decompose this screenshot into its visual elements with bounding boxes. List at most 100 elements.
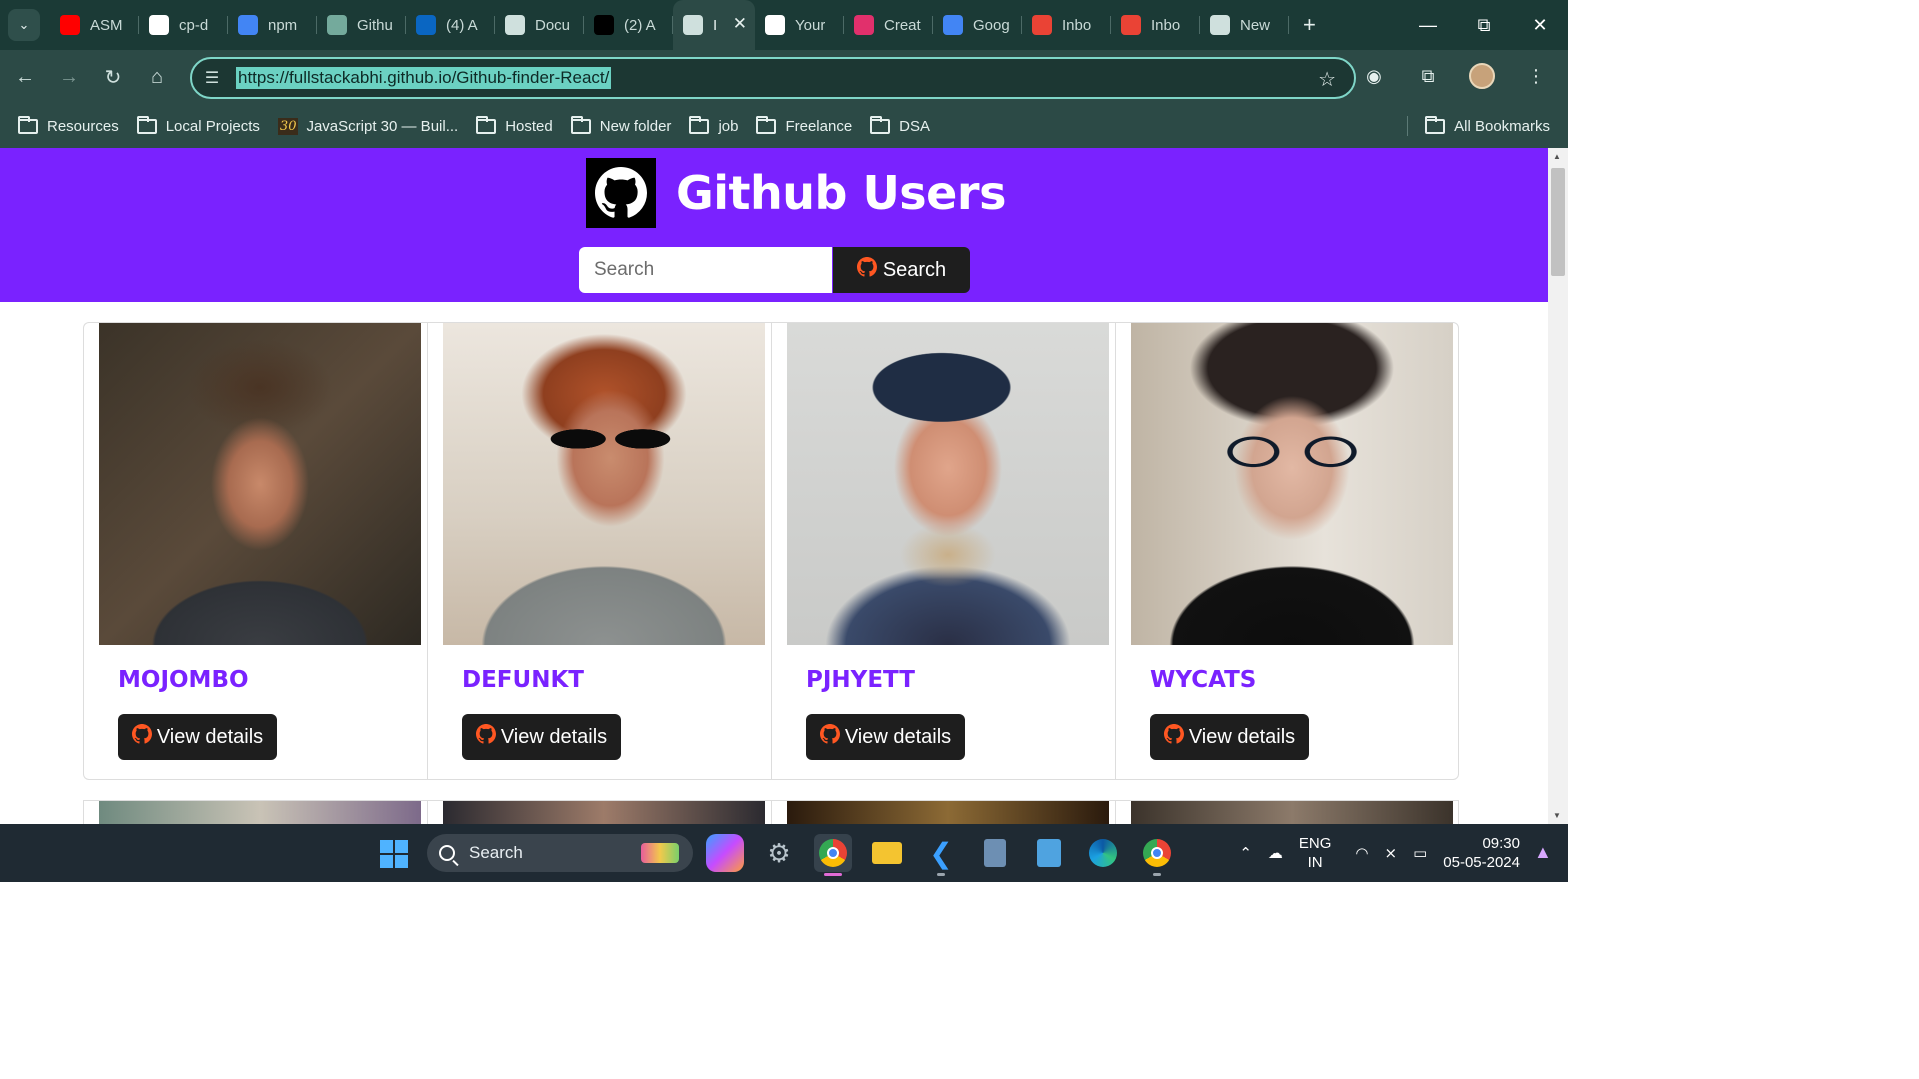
onedrive-cloud-icon[interactable]: ☁	[1268, 844, 1283, 862]
browser-tab[interactable]: New	[1200, 0, 1289, 50]
vscode-icon[interactable]: ❮	[922, 834, 960, 876]
scroll-up-arrow-icon[interactable]: ▲	[1553, 152, 1561, 161]
file-explorer-icon[interactable]	[868, 834, 906, 872]
browser-tab[interactable]: ASM	[50, 0, 139, 50]
user-card-partial	[427, 800, 771, 824]
bookmark-item[interactable]: New folder	[570, 111, 671, 141]
settings-gear-icon[interactable]: ⚙	[760, 834, 798, 872]
notepad-icon[interactable]	[1030, 834, 1068, 872]
profile-avatar-icon[interactable]	[1464, 58, 1500, 94]
page-scrollbar[interactable]: ▲ ▼	[1548, 148, 1568, 824]
view-details-button[interactable]: View details	[1150, 714, 1309, 760]
brand: Github Users	[586, 158, 1006, 228]
incognito-profile-icon[interactable]: ◉	[1356, 58, 1392, 94]
extensions-puzzle-icon[interactable]: ⧉	[1410, 58, 1446, 94]
url-text[interactable]: https://fullstackabhi.github.io/Github-f…	[236, 67, 612, 89]
view-details-label: View details	[500, 725, 608, 748]
github-icon	[475, 724, 496, 750]
browser-tab[interactable]: Docu	[495, 0, 584, 50]
bookmark-label: job	[718, 117, 739, 135]
notification-bell-icon[interactable]: ▲	[1534, 842, 1556, 864]
gmail-icon	[1121, 15, 1141, 35]
show-hidden-icons-chevron-icon[interactable]: ⌃	[1239, 844, 1252, 862]
github-icon	[765, 15, 785, 35]
taskbar-clock[interactable]: 09:30 05-05-2024	[1443, 834, 1520, 872]
battery-icon[interactable]: ▭	[1413, 844, 1427, 862]
folder-icon	[476, 115, 497, 134]
clock-time: 09:30	[1482, 835, 1520, 852]
taskbar-search-box[interactable]: Search	[427, 834, 693, 872]
tab-title: npm	[268, 16, 298, 34]
volume-muted-icon[interactable]: ⨯	[1385, 844, 1398, 862]
chrome-profile-icon[interactable]	[1138, 834, 1176, 876]
tab-title: Creat	[884, 16, 921, 34]
bookmark-item[interactable]: DSA	[870, 111, 930, 141]
more-menu-icon[interactable]: ⋮	[1518, 58, 1554, 94]
tab-title: Goog	[973, 16, 1010, 34]
chrome-icon	[1210, 15, 1230, 35]
user-avatar	[787, 323, 1109, 645]
search-button[interactable]: Search	[833, 247, 970, 293]
toolbar-right-actions: ◉ ⧉ ⋮	[1356, 58, 1554, 94]
browser-tab[interactable]: Inbo	[1111, 0, 1200, 50]
site-settings-icon[interactable]: ☰	[192, 68, 232, 88]
new-tab-plus-icon[interactable]: +	[1303, 12, 1316, 38]
browser-tab[interactable]: npm	[228, 0, 317, 50]
back-arrow-icon[interactable]: ←	[6, 58, 44, 96]
reload-icon[interactable]: ↻	[94, 58, 132, 96]
browser-tab[interactable]: Goog	[933, 0, 1022, 50]
all-bookmarks-button[interactable]: All Bookmarks	[1425, 111, 1550, 141]
restore-icon[interactable]: ⧉	[1456, 0, 1512, 50]
chrome-taskbar-icon[interactable]	[814, 834, 852, 876]
view-details-button[interactable]: View details	[806, 714, 965, 760]
language-indicator[interactable]: ENG IN	[1299, 834, 1332, 872]
language-line2: IN	[1307, 854, 1323, 871]
close-window-icon[interactable]: ✕	[1512, 0, 1568, 50]
search-button-label: Search	[882, 258, 947, 281]
calculator-icon[interactable]	[976, 834, 1014, 872]
browser-tab[interactable]: Creat	[844, 0, 933, 50]
bookmark-item[interactable]: 30 JavaScript 30 — Buil...	[277, 111, 458, 141]
tab-close-icon[interactable]: ✕	[733, 14, 747, 34]
globe-icon	[505, 15, 525, 35]
scroll-down-arrow-icon[interactable]: ▼	[1553, 811, 1561, 820]
gmail-icon	[1032, 15, 1052, 35]
bookmark-item[interactable]: job	[689, 111, 738, 141]
view-details-button[interactable]: View details	[118, 714, 277, 760]
minimize-icon[interactable]: —	[1400, 0, 1456, 50]
forward-arrow-icon[interactable]: →	[50, 58, 88, 96]
bookmark-item[interactable]: Hosted	[476, 111, 553, 141]
windows-start-icon[interactable]	[380, 840, 408, 868]
tab-title: New	[1240, 16, 1271, 34]
copilot-icon[interactable]	[706, 834, 744, 872]
tab-search-chevron-icon[interactable]: ⌄	[8, 9, 40, 41]
bookmark-item[interactable]: Freelance	[756, 111, 852, 141]
home-icon[interactable]: ⌂	[138, 58, 176, 96]
folder-icon	[689, 115, 710, 134]
browser-tab[interactable]: Inbo	[1022, 0, 1111, 50]
view-details-label: View details	[844, 725, 952, 748]
search-icon	[439, 845, 455, 861]
folder-icon	[756, 115, 777, 134]
view-details-label: View details	[1188, 725, 1296, 748]
browser-tab[interactable]: Your	[755, 0, 844, 50]
edge-icon[interactable]	[1084, 834, 1122, 872]
github-icon	[131, 724, 152, 750]
user-card: defunkt View details	[427, 322, 771, 780]
browser-tab[interactable]: (4) A	[406, 0, 495, 50]
scrollbar-thumb[interactable]	[1551, 168, 1565, 276]
wifi-icon[interactable]: ◠	[1355, 844, 1368, 862]
browser-tab[interactable]: (2) A	[584, 0, 673, 50]
bookmark-item[interactable]: Local Projects	[136, 111, 260, 141]
browser-tab[interactable]: cp-d	[139, 0, 228, 50]
address-bar[interactable]: ☰ https://fullstackabhi.github.io/Github…	[190, 57, 1356, 99]
bookmark-item[interactable]: Resources	[18, 111, 119, 141]
browser-tab[interactable]: I ✕	[673, 0, 755, 50]
browser-tab[interactable]: Githu	[317, 0, 406, 50]
view-details-button[interactable]: View details	[462, 714, 621, 760]
search-input[interactable]	[579, 247, 832, 293]
github-icon	[819, 724, 840, 750]
folder-icon	[136, 115, 157, 134]
bookmark-star-icon[interactable]: ☆	[1318, 67, 1336, 92]
bookmark-label: Freelance	[785, 117, 853, 135]
